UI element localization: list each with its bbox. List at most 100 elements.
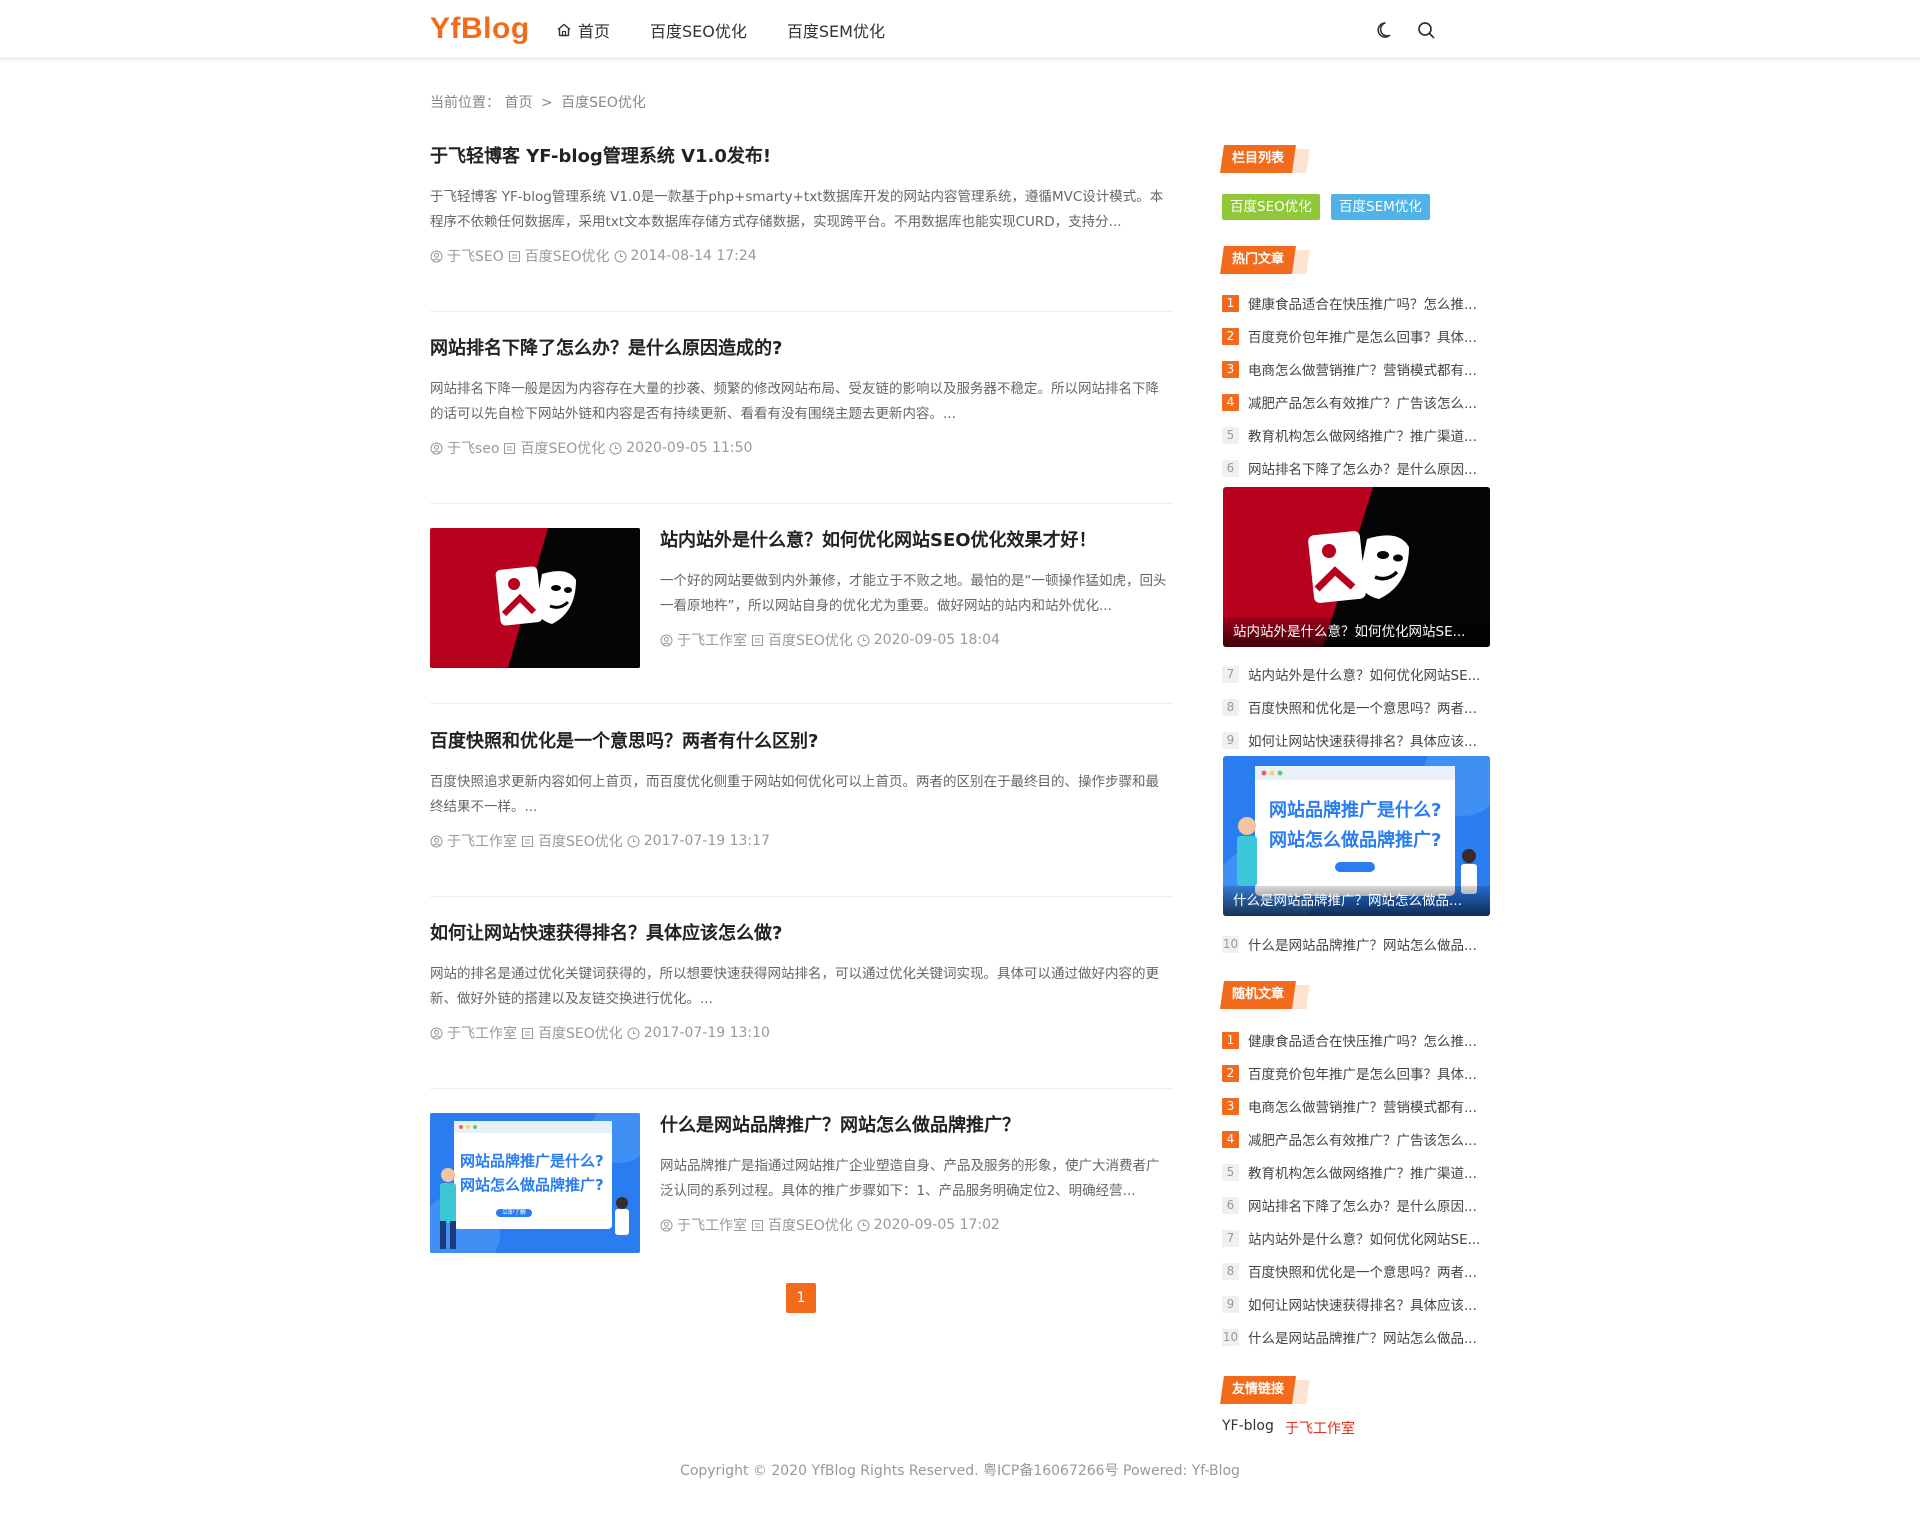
site-logo[interactable]: YfBlog xyxy=(430,12,530,46)
random-list-item[interactable]: 1 健康食品适合在快压推广吗？怎么推... xyxy=(1222,1028,1490,1052)
post-meta: 于飞SEO 百度SEO优化 2014-08-14 17:24 xyxy=(430,246,1172,266)
post-title[interactable]: 网站排名下降了怎么办？是什么原因造成的? xyxy=(430,336,1172,362)
heading-tag: 热门文章 xyxy=(1220,246,1296,274)
post-meta: 于飞工作室 百度SEO优化 2017-07-19 13:17 xyxy=(430,831,1172,851)
friend-link[interactable]: YF-blog xyxy=(1222,1418,1274,1434)
category-tag-sem[interactable]: 百度SEM优化 xyxy=(1331,194,1430,220)
breadcrumb: 当前位置： 首页 > 百度SEO优化 xyxy=(430,92,646,112)
rank-number-badge: 4 xyxy=(1222,1130,1239,1148)
hot-list-item[interactable]: 7 站内站外是什么意？如何优化网站SE... xyxy=(1222,662,1490,686)
random-list-item[interactable]: 5 教育机构怎么做网络推广？推广渠道... xyxy=(1222,1160,1490,1184)
random-list-item[interactable]: 9 如何让网站快速获得排名？具体应该... xyxy=(1222,1292,1490,1316)
rank-item-title: 什么是网站品牌推广？网站怎么做品... xyxy=(1248,1331,1477,1347)
site-header: YfBlog 首页 百度SEO优化 百度SEM优化 xyxy=(0,0,1920,59)
card-caption: 什么是网站品牌推广？网站怎么做品... xyxy=(1223,886,1490,916)
thumb-line-1: 网站品牌推广是什么? xyxy=(460,1152,604,1170)
clock-icon xyxy=(609,442,622,454)
post-excerpt: 于飞轻博客 YF-blog管理系统 V1.0是一款基于php+smarty+tx… xyxy=(430,189,1164,230)
post-item: 于飞轻博客 YF-blog管理系统 V1.0发布! 于飞轻博客 YF-blog管… xyxy=(430,144,1172,312)
category-icon xyxy=(504,442,516,454)
post-item: 网站排名下降了怎么办？是什么原因造成的? 网站排名下降一般是因为内容存在大量的抄… xyxy=(430,336,1172,504)
heading-label: 友情链接 xyxy=(1232,1382,1285,1397)
thumb-line-2: 网站怎么做品牌推广? xyxy=(1269,830,1442,851)
hot-featured-card[interactable]: 站内站外是什么意？如何优化网站SE... xyxy=(1223,487,1490,647)
post-excerpt: 网站排名下降一般是因为内容存在大量的抄袭、频繁的修改网站布局、受友链的影响以及服… xyxy=(430,381,1159,422)
rank-number-badge: 6 xyxy=(1222,1196,1239,1214)
pagination-current-page[interactable]: 1 xyxy=(786,1283,816,1313)
nav-item-seo[interactable]: 百度SEO优化 xyxy=(650,18,747,42)
hot-list-item[interactable]: 1 健康食品适合在快压推广吗？怎么推... xyxy=(1222,291,1490,315)
hot-list-item[interactable]: 5 教育机构怎么做网络推广？推广渠道... xyxy=(1222,423,1490,447)
heading-label: 热门文章 xyxy=(1232,252,1285,267)
random-list-item[interactable]: 8 百度快照和优化是一个意思吗？两者... xyxy=(1222,1259,1490,1283)
nav-item-label: 首页 xyxy=(578,21,611,41)
category-icon xyxy=(522,835,533,847)
nav-item-sem[interactable]: 百度SEM优化 xyxy=(787,18,885,42)
hot-list-item[interactable]: 2 百度竞价包年推广是怎么回事？具体... xyxy=(1222,324,1490,348)
user-icon xyxy=(430,250,443,262)
hot-list-item[interactable]: 9 如何让网站快速获得排名？具体应该... xyxy=(1222,728,1490,752)
hot-list-item[interactable]: 8 百度快照和优化是一个意思吗？两者... xyxy=(1222,695,1490,719)
rank-number-badge: 2 xyxy=(1222,327,1239,345)
hot-list-item[interactable]: 3 电商怎么做营销推广？营销模式都有... xyxy=(1222,357,1490,381)
rank-number-badge: 9 xyxy=(1222,1295,1239,1313)
random-list-item[interactable]: 10 什么是网站品牌推广？网站怎么做品... xyxy=(1222,1325,1490,1349)
category-tag-seo[interactable]: 百度SEO优化 xyxy=(1222,194,1320,220)
category-icon xyxy=(522,1027,533,1039)
friend-link[interactable]: 于飞工作室 xyxy=(1285,1418,1355,1438)
post-excerpt: 网站的排名是通过优化关键词获得的，所以想要快速获得网站排名，可以通过优化关键词实… xyxy=(430,966,1159,1007)
post-thumbnail[interactable]: 网站品牌推广是什么? 网站怎么做品牌推广? 立即了解 xyxy=(430,1113,640,1253)
dark-mode-moon-icon[interactable] xyxy=(1375,19,1397,41)
post-author[interactable]: 于飞seo xyxy=(447,438,499,458)
random-list-item[interactable]: 2 百度竞价包年推广是怎么回事？具体... xyxy=(1222,1061,1490,1085)
hot-list-item[interactable]: 6 网站排名下降了怎么办？是什么原因... xyxy=(1222,456,1490,480)
hot-featured-card[interactable]: 网站品牌推广是什么? 网站怎么做品牌推广? 什么是网站品牌推广？网站怎么做品..… xyxy=(1223,756,1490,916)
post-item: 站内站外是什么意？如何优化网站SEO优化效果才好！ 一个好的网站要做到内外兼修，… xyxy=(430,528,1172,704)
post-date: 2020-09-05 18:04 xyxy=(873,632,1000,648)
post-author[interactable]: 于飞工作室 xyxy=(677,630,747,650)
rank-item-title: 健康食品适合在快压推广吗？怎么推... xyxy=(1248,297,1477,313)
post-category[interactable]: 百度SEO优化 xyxy=(520,438,605,458)
post-author[interactable]: 于飞工作室 xyxy=(677,1215,747,1235)
post-thumbnail[interactable] xyxy=(430,528,640,668)
user-icon xyxy=(430,442,443,454)
rank-number-badge: 1 xyxy=(1222,294,1239,312)
breadcrumb-home-link[interactable]: 首页 xyxy=(504,95,532,111)
random-list-item[interactable]: 7 站内站外是什么意？如何优化网站SE... xyxy=(1222,1226,1490,1250)
post-author[interactable]: 于飞SEO xyxy=(447,246,504,266)
category-icon xyxy=(752,634,763,646)
breadcrumb-current-link[interactable]: 百度SEO优化 xyxy=(561,95,646,111)
post-category[interactable]: 百度SEO优化 xyxy=(538,1023,623,1043)
rank-item-title: 电商怎么做营销推广？营销模式都有... xyxy=(1248,1100,1477,1116)
thumb-line-1: 网站品牌推广是什么? xyxy=(1269,800,1442,821)
post-title[interactable]: 如何让网站快速获得排名？具体应该怎么做? xyxy=(430,921,1172,947)
random-list-item[interactable]: 3 电商怎么做营销推广？营销模式都有... xyxy=(1222,1094,1490,1118)
post-title[interactable]: 什么是网站品牌推广？网站怎么做品牌推广？ xyxy=(660,1113,1172,1139)
post-category[interactable]: 百度SEO优化 xyxy=(768,630,853,650)
random-list-item[interactable]: 6 网站排名下降了怎么办？是什么原因... xyxy=(1222,1193,1490,1217)
post-author[interactable]: 于飞工作室 xyxy=(447,1023,517,1043)
user-icon xyxy=(660,634,673,646)
post-meta: 于飞工作室 百度SEO优化 2017-07-19 13:10 xyxy=(430,1023,1172,1043)
post-author[interactable]: 于飞工作室 xyxy=(447,831,517,851)
hot-list-item[interactable]: 10 什么是网站品牌推广？网站怎么做品... xyxy=(1222,932,1490,956)
post-title[interactable]: 百度快照和优化是一个意思吗？两者有什么区别? xyxy=(430,729,1172,755)
hot-list-item[interactable]: 4 减肥产品怎么有效推广？广告该怎么... xyxy=(1222,390,1490,414)
thumb-line-2: 网站怎么做品牌推广? xyxy=(460,1176,604,1194)
post-category[interactable]: 百度SEO优化 xyxy=(538,831,623,851)
post-date: 2014-08-14 17:24 xyxy=(630,248,757,264)
post-item: 如何让网站快速获得排名？具体应该怎么做? 网站的排名是通过优化关键词获得的，所以… xyxy=(430,921,1172,1089)
rank-item-title: 教育机构怎么做网络推广？推广渠道... xyxy=(1248,429,1477,445)
rank-item-title: 站内站外是什么意？如何优化网站SE... xyxy=(1248,1232,1481,1248)
post-category[interactable]: 百度SEO优化 xyxy=(525,246,610,266)
sidebar-heading-hot: 热门文章 xyxy=(1220,246,1310,274)
random-list-item[interactable]: 4 减肥产品怎么有效推广？广告该怎么... xyxy=(1222,1127,1490,1151)
post-category[interactable]: 百度SEO优化 xyxy=(768,1215,853,1235)
thumb-heading: 网站品牌推广是什么? 网站怎么做品牌推广? xyxy=(1269,796,1441,856)
clock-icon xyxy=(614,250,627,262)
nav-item-home[interactable]: 首页 xyxy=(556,18,610,42)
search-icon[interactable] xyxy=(1415,19,1437,41)
post-title[interactable]: 站内站外是什么意？如何优化网站SEO优化效果才好！ xyxy=(660,528,1172,554)
post-title[interactable]: 于飞轻博客 YF-blog管理系统 V1.0发布! xyxy=(430,144,1172,170)
rank-item-title: 站内站外是什么意？如何优化网站SE... xyxy=(1248,668,1481,684)
